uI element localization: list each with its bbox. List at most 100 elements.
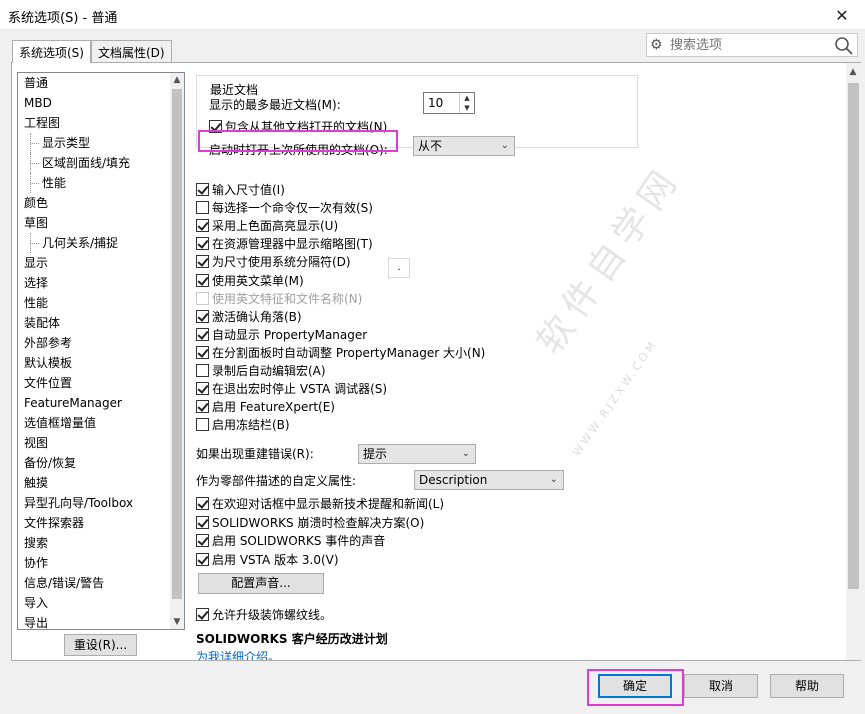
tree-item[interactable]: 搜索 — [18, 533, 170, 553]
chevron-down-icon[interactable]: ⌄ — [550, 471, 558, 489]
custom-prop-row: 作为零部件描述的自定义属性: — [196, 471, 356, 489]
spin-down-icon[interactable]: ▼ — [460, 103, 474, 113]
tree-item[interactable]: 草图 — [18, 213, 170, 233]
option-checkbox[interactable] — [196, 363, 209, 377]
category-tree[interactable]: 普通 MBD 工程图 显示类型 区域剖面线/填充 性能 颜色 草图 几何关系/捕捉 显示 选择 性能装… — [17, 72, 185, 630]
tree-item[interactable]: 性能 — [18, 293, 170, 313]
option-checkbox[interactable] — [196, 399, 209, 413]
option-row[interactable]: 每选择一个命令仅一次有效(S) — [196, 198, 373, 216]
option-row[interactable]: 输入尺寸值(I) — [196, 180, 285, 198]
tree-item[interactable]: 外部参考 — [18, 333, 170, 353]
option-row[interactable]: 录制后自动编辑宏(A) — [196, 361, 326, 379]
option-checkbox[interactable] — [196, 200, 209, 214]
tree-item[interactable]: 文件探索器 — [18, 513, 170, 533]
option-row[interactable]: 启用 SOLIDWORKS 事件的声音 — [196, 531, 385, 549]
tab-document-properties[interactable]: 文档属性(D) — [90, 40, 172, 62]
max-recent-label: 显示的最多最近文档(M): — [209, 97, 341, 112]
cancel-button[interactable]: 取消 — [684, 674, 758, 698]
scroll-up-icon[interactable]: ▲ — [846, 65, 860, 79]
search-icon[interactable] — [834, 36, 854, 56]
max-recent-value[interactable]: 10 — [428, 96, 443, 110]
custom-prop-select[interactable]: Description ⌄ — [414, 470, 564, 490]
option-checkbox[interactable] — [196, 381, 209, 395]
option-checkbox[interactable] — [196, 345, 209, 359]
spinner-buttons[interactable]: ▲ ▼ — [459, 93, 474, 113]
tree-item[interactable]: 区域剖面线/填充 — [18, 153, 170, 173]
tree-item[interactable]: 普通 — [18, 73, 170, 93]
search-box[interactable]: ⚙ — [646, 33, 858, 57]
tree-item[interactable]: 显示 — [18, 253, 170, 273]
option-checkbox[interactable] — [196, 254, 209, 268]
option-checkbox[interactable] — [196, 182, 209, 196]
tree-item[interactable]: 默认模板 — [18, 353, 170, 373]
option-checkbox[interactable] — [196, 236, 209, 250]
option-row[interactable]: 采用上色面高亮显示(U) — [196, 216, 338, 234]
chevron-down-icon[interactable]: ⌄ — [501, 137, 509, 155]
option-row[interactable]: SOLIDWORKS 崩溃时检查解决方案(O) — [196, 513, 424, 531]
custom-prop-label: 作为零部件描述的自定义属性: — [196, 473, 357, 488]
option-checkbox[interactable] — [196, 417, 209, 431]
thread-checkbox[interactable] — [196, 607, 209, 621]
option-row[interactable]: 在分割面板时自动调整 PropertyManager 大小(N) — [196, 343, 485, 361]
option-checkbox[interactable] — [196, 273, 209, 287]
thread-row[interactable]: 允许升级装饰螺纹线。 — [196, 605, 332, 623]
option-checkbox[interactable] — [196, 309, 209, 323]
tree-item[interactable]: 几何关系/捕捉 — [18, 233, 170, 253]
tree-item[interactable]: 显示类型 — [18, 133, 170, 153]
option-row[interactable]: 自动显示 PropertyManager — [196, 325, 367, 343]
search-input[interactable] — [668, 36, 828, 54]
option-checkbox[interactable] — [196, 552, 209, 566]
tree-item[interactable]: 选值框增量值 — [18, 413, 170, 433]
option-row[interactable]: 启用 FeatureXpert(E) — [196, 397, 335, 415]
gear-icon[interactable]: ⚙ — [650, 37, 663, 53]
thread-label: 允许升级装饰螺纹线。 — [212, 607, 333, 622]
option-row[interactable]: 在资源管理器中显示缩略图(T) — [196, 234, 373, 252]
tree-item[interactable]: FeatureManager — [18, 393, 170, 413]
tree-item[interactable]: 导入 — [18, 593, 170, 613]
tree-item[interactable]: 工程图 — [18, 113, 170, 133]
option-row[interactable]: 启用冻结栏(B) — [196, 415, 290, 433]
option-row[interactable]: 启用 VSTA 版本 3.0(V) — [196, 550, 339, 568]
rebuild-select[interactable]: 提示 ⌄ — [358, 444, 476, 464]
tree-scroll-thumb[interactable] — [172, 89, 182, 599]
chevron-down-icon[interactable]: ⌄ — [462, 445, 470, 463]
configure-sound-button[interactable]: 配置声音... — [198, 573, 324, 594]
tree-item[interactable]: 触摸 — [18, 473, 170, 493]
option-row[interactable]: 激活确认角落(B) — [196, 307, 302, 325]
tree-item[interactable]: 装配体 — [18, 313, 170, 333]
learn-more-link[interactable]: 为我详细介绍。 — [196, 648, 280, 661]
tree-item[interactable]: 文件位置 — [18, 373, 170, 393]
close-icon[interactable]: ✕ — [819, 0, 865, 30]
tree-item[interactable]: 性能 — [18, 173, 170, 193]
option-row[interactable]: 为尺寸使用系统分隔符(D) — [196, 252, 351, 270]
content-scrollbar[interactable]: ▲ — [846, 63, 861, 660]
help-button[interactable]: 帮助 — [770, 674, 844, 698]
option-label: 为尺寸使用系统分隔符(D) — [212, 254, 351, 269]
startup-select[interactable]: 从不 ⌄ — [413, 136, 515, 156]
tree-item[interactable]: 导出 — [18, 613, 170, 629]
option-row[interactable]: 使用英文菜单(M) — [196, 271, 304, 289]
max-recent-spinner[interactable]: 10 ▲ ▼ — [423, 92, 475, 114]
option-row[interactable]: 在退出宏时停止 VSTA 调试器(S) — [196, 379, 387, 397]
spin-up-icon[interactable]: ▲ — [460, 93, 474, 103]
tree-item[interactable]: 选择 — [18, 273, 170, 293]
option-checkbox[interactable] — [196, 327, 209, 341]
option-checkbox[interactable] — [196, 496, 209, 510]
option-checkbox[interactable] — [196, 515, 209, 529]
tree-item[interactable]: 备份/恢复 — [18, 453, 170, 473]
tree-item[interactable]: MBD — [18, 93, 170, 113]
tree-item[interactable]: 视图 — [18, 433, 170, 453]
scroll-up-icon[interactable]: ▲ — [170, 73, 184, 87]
tab-system-options[interactable]: 系统选项(S) — [12, 40, 91, 63]
option-row[interactable]: 在欢迎对话框中显示最新技术提醒和新闻(L) — [196, 494, 444, 512]
scroll-down-icon[interactable]: ▼ — [170, 615, 184, 629]
tree-item[interactable]: 颜色 — [18, 193, 170, 213]
option-checkbox[interactable] — [196, 533, 209, 547]
tree-scrollbar[interactable]: ▲ ▼ — [170, 73, 184, 629]
content-scroll-thumb[interactable] — [848, 83, 859, 589]
tree-item[interactable]: 异型孔向导/Toolbox — [18, 493, 170, 513]
option-checkbox[interactable] — [196, 218, 209, 232]
tree-item[interactable]: 协作 — [18, 553, 170, 573]
tree-item[interactable]: 信息/错误/警告 — [18, 573, 170, 593]
reset-button[interactable]: 重设(R)... — [64, 634, 137, 656]
